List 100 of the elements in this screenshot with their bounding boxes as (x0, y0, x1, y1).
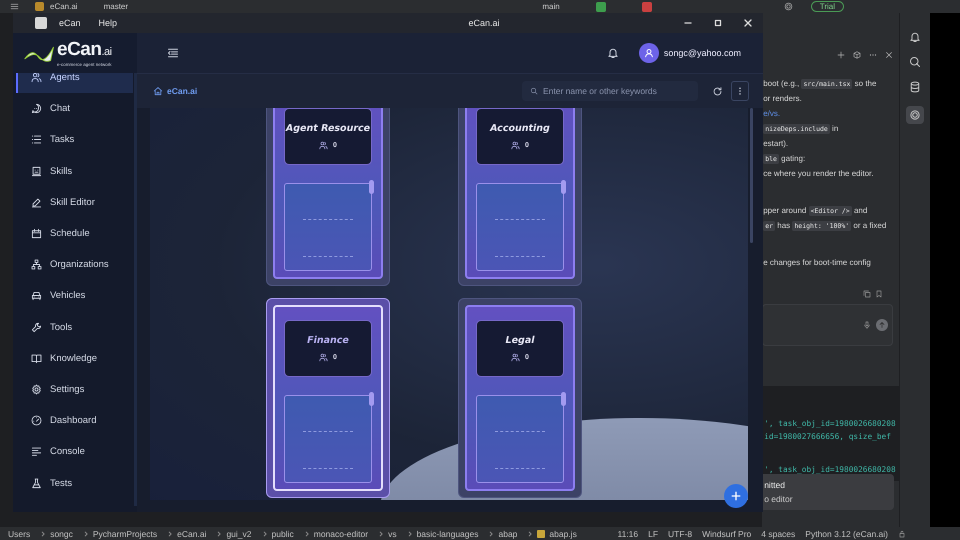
chevron-icon (167, 530, 174, 536)
chevron-icon (304, 530, 310, 536)
indent-setting[interactable]: 4 spaces (761, 528, 796, 538)
avatar-icon[interactable] (638, 43, 659, 63)
breadcrumb-link[interactable]: eCan.ai (167, 86, 198, 96)
menu-item[interactable]: Help (98, 18, 118, 28)
sidebar-item[interactable]: Dashboard (13, 405, 133, 436)
user-email[interactable]: songc@yahoo.com (664, 48, 741, 58)
department-name: Legal (506, 335, 534, 347)
project-name[interactable]: eCan.ai (50, 2, 78, 12)
book-icon (31, 352, 42, 364)
department-name: Accounting (490, 123, 550, 135)
department-name: Agent Resource (286, 123, 370, 135)
rings-icon (909, 109, 922, 121)
copy-icon[interactable] (863, 290, 872, 298)
path-segment[interactable]: Users (8, 528, 30, 538)
people-icon (511, 353, 520, 362)
path-segment[interactable]: eCan.ai (177, 528, 206, 538)
stop-button[interactable] (642, 2, 652, 12)
sidebar-item[interactable]: Schedule (13, 218, 133, 250)
sidebar-item[interactable]: Agents (16, 73, 133, 94)
door-handle (369, 392, 374, 406)
door-handle (561, 180, 566, 194)
settings-icon (31, 384, 42, 395)
path-segment[interactable]: abap.js (549, 528, 577, 538)
gauge-icon (31, 415, 42, 426)
scrollbar[interactable] (750, 108, 753, 243)
arrow-up-icon (878, 321, 886, 329)
sidebar-item[interactable]: Console (13, 436, 133, 468)
interpreter-setting[interactable]: Python 3.12 (eCan.ai) (805, 528, 888, 538)
assistant-tool-button[interactable] (906, 106, 924, 124)
logo-text: eCan.ai (57, 40, 112, 62)
run-button[interactable] (596, 2, 606, 12)
chevron-icon (82, 530, 89, 536)
chat-message-line: e/vs. (763, 109, 782, 119)
close-icon[interactable] (885, 51, 894, 59)
chat-input-field[interactable] (762, 304, 894, 346)
add-button[interactable] (724, 484, 748, 508)
path-segment[interactable]: songc (50, 528, 73, 538)
plugin-status[interactable]: Windsurf Pro (702, 528, 752, 538)
path-segment[interactable]: gui_v2 (226, 528, 252, 538)
sidebar-item[interactable]: Skills (13, 156, 133, 187)
path-segment[interactable]: basic-languages (416, 528, 478, 538)
send-button[interactable] (876, 319, 888, 331)
sidebar-item[interactable]: Settings (13, 374, 133, 406)
menu-icon[interactable] (10, 2, 19, 11)
sidebar-item[interactable]: Chat (13, 93, 133, 124)
settings-icon[interactable] (784, 2, 793, 11)
chevron-icon (488, 530, 494, 536)
bell-icon[interactable] (909, 31, 922, 43)
chevron-icon (40, 530, 46, 536)
collapse-menu-icon[interactable] (167, 47, 179, 59)
cube-icon[interactable] (853, 51, 862, 59)
path-segment[interactable]: PycharmProjects (92, 528, 158, 538)
search-field[interactable]: Enter name or other keywords (522, 81, 698, 101)
calendar-icon (31, 228, 42, 240)
trial-badge[interactable]: Trial (810, 1, 844, 12)
database-icon[interactable] (909, 81, 922, 93)
chevron-icon (527, 530, 534, 536)
microphone-icon[interactable] (863, 321, 872, 329)
js-file-icon (537, 530, 546, 538)
maximize-icon[interactable] (713, 18, 723, 28)
bookmark-icon[interactable] (875, 290, 884, 298)
list-icon (31, 134, 42, 146)
path-segment[interactable]: public (272, 528, 294, 538)
car-icon (31, 290, 42, 302)
window-title: eCan.ai (468, 18, 501, 28)
plus-icon[interactable] (837, 51, 846, 59)
sidebar-item[interactable]: Tests (13, 467, 133, 499)
line-ending[interactable]: LF (648, 528, 658, 538)
bell-icon[interactable] (606, 47, 619, 59)
project-badge (35, 2, 44, 11)
path-segment[interactable]: vs (388, 528, 397, 538)
file-encoding[interactable]: UTF-8 (668, 528, 692, 538)
home-icon[interactable] (153, 86, 163, 96)
search-icon (530, 87, 538, 95)
branch-name[interactable]: main (542, 2, 560, 12)
sidebar-item[interactable]: Knowledge (13, 342, 133, 374)
people-icon (511, 141, 520, 150)
branch-name[interactable]: master (104, 2, 128, 12)
sidebar-item[interactable]: Vehicles (13, 280, 133, 312)
sidebar-item[interactable]: Skill Editor (13, 186, 133, 218)
menu-item[interactable]: eCan (59, 18, 81, 28)
chat-message-line: estart). (763, 139, 790, 149)
robot-icon (31, 166, 42, 177)
people-icon (319, 141, 328, 150)
refresh-icon[interactable] (712, 86, 723, 96)
cursor-position[interactable]: 11:16 (617, 528, 638, 538)
org-chart-icon (31, 259, 42, 270)
path-segment[interactable]: monaco-editor (314, 528, 368, 538)
sidebar-item[interactable]: Organizations (13, 249, 133, 280)
lock-icon[interactable] (898, 530, 906, 538)
path-segment[interactable]: abap (498, 528, 518, 538)
sidebar-item[interactable]: Tools (13, 312, 133, 343)
chevron-icon (378, 530, 384, 536)
close-icon[interactable] (743, 18, 753, 28)
sidebar-item[interactable]: Tasks (13, 124, 133, 156)
chevron-icon (262, 530, 268, 536)
lines-icon (31, 446, 42, 458)
pen-icon (31, 196, 42, 208)
